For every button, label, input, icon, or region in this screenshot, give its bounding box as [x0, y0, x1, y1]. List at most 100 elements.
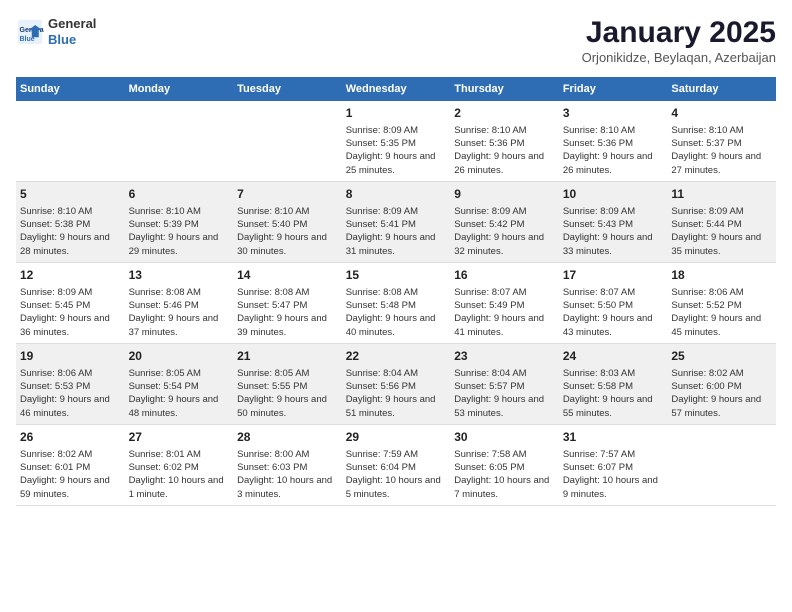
day-info: Sunrise: 8:04 AMSunset: 5:57 PMDaylight:… — [454, 367, 555, 420]
day-number: 13 — [129, 267, 230, 284]
day-info: Sunrise: 8:10 AMSunset: 5:36 PMDaylight:… — [454, 124, 555, 177]
page-header: General Blue General Blue January 2025 O… — [16, 16, 776, 65]
calendar-cell: 13 Sunrise: 8:08 AMSunset: 5:46 PMDayligh… — [125, 262, 234, 343]
day-info: Sunrise: 8:09 AMSunset: 5:42 PMDaylight:… — [454, 205, 555, 258]
calendar-cell — [233, 101, 342, 181]
day-number: 21 — [237, 348, 338, 365]
day-number: 9 — [454, 186, 555, 203]
week-row-2: 12 Sunrise: 8:09 AMSunset: 5:45 PMDayligh… — [16, 262, 776, 343]
calendar-cell: 10Sunrise: 8:09 AMSunset: 5:43 PMDayligh… — [559, 181, 668, 262]
day-number: 18 — [671, 267, 772, 284]
day-header-thursday: Thursday — [450, 77, 559, 101]
day-number: 1 — [346, 105, 447, 122]
calendar-cell: 17 Sunrise: 8:07 AMSunset: 5:50 PMDayligh… — [559, 262, 668, 343]
calendar-body: 1 Sunrise: 8:09 AMSunset: 5:35 PMDaylight… — [16, 101, 776, 505]
calendar-cell: 19 Sunrise: 8:06 AMSunset: 5:53 PMDayligh… — [16, 343, 125, 424]
day-info: Sunrise: 7:58 AMSunset: 6:05 PMDaylight:… — [454, 448, 555, 501]
day-number: 8 — [346, 186, 447, 203]
day-number: 29 — [346, 429, 447, 446]
day-info: Sunrise: 8:02 AMSunset: 6:01 PMDaylight:… — [20, 448, 121, 501]
day-info: Sunrise: 8:03 AMSunset: 5:58 PMDaylight:… — [563, 367, 664, 420]
day-info: Sunrise: 8:06 AMSunset: 5:52 PMDaylight:… — [671, 286, 772, 339]
day-number: 4 — [671, 105, 772, 122]
day-info: Sunrise: 7:59 AMSunset: 6:04 PMDaylight:… — [346, 448, 447, 501]
day-info: Sunrise: 8:10 AMSunset: 5:36 PMDaylight:… — [563, 124, 664, 177]
calendar-cell: 26 Sunrise: 8:02 AMSunset: 6:01 PMDayligh… — [16, 424, 125, 505]
day-number: 30 — [454, 429, 555, 446]
day-info: Sunrise: 8:09 AMSunset: 5:41 PMDaylight:… — [346, 205, 447, 258]
logo: General Blue General Blue — [16, 16, 96, 47]
calendar-cell: 30 Sunrise: 7:58 AMSunset: 6:05 PMDayligh… — [450, 424, 559, 505]
calendar-cell: 25 Sunrise: 8:02 AMSunset: 6:00 PMDayligh… — [667, 343, 776, 424]
day-header-wednesday: Wednesday — [342, 77, 451, 101]
logo-line2: Blue — [48, 32, 96, 48]
day-info: Sunrise: 8:09 AMSunset: 5:35 PMDaylight:… — [346, 124, 447, 177]
calendar-cell: 14 Sunrise: 8:08 AMSunset: 5:47 PMDayligh… — [233, 262, 342, 343]
calendar-cell: 4 Sunrise: 8:10 AMSunset: 5:37 PMDaylight… — [667, 101, 776, 181]
day-info: Sunrise: 8:10 AMSunset: 5:39 PMDaylight:… — [129, 205, 230, 258]
day-info: Sunrise: 8:09 AMSunset: 5:45 PMDaylight:… — [20, 286, 121, 339]
day-number: 2 — [454, 105, 555, 122]
calendar-cell: 21Sunrise: 8:05 AMSunset: 5:55 PMDayligh… — [233, 343, 342, 424]
calendar-table: SundayMondayTuesdayWednesdayThursdayFrid… — [16, 77, 776, 506]
calendar-cell: 15 Sunrise: 8:08 AMSunset: 5:48 PMDayligh… — [342, 262, 451, 343]
calendar-cell: 6 Sunrise: 8:10 AMSunset: 5:39 PMDaylight… — [125, 181, 234, 262]
day-info: Sunrise: 8:00 AMSunset: 6:03 PMDaylight:… — [237, 448, 338, 501]
day-number: 24 — [563, 348, 664, 365]
day-number: 17 — [563, 267, 664, 284]
calendar-cell — [16, 101, 125, 181]
logo-icon: General Blue — [16, 18, 44, 46]
calendar-cell: 11Sunrise: 8:09 AMSunset: 5:44 PMDayligh… — [667, 181, 776, 262]
calendar-cell: 22Sunrise: 8:04 AMSunset: 5:56 PMDayligh… — [342, 343, 451, 424]
day-number: 28 — [237, 429, 338, 446]
day-info: Sunrise: 8:07 AMSunset: 5:50 PMDaylight:… — [563, 286, 664, 339]
day-number: 27 — [129, 429, 230, 446]
calendar-cell: 16Sunrise: 8:07 AMSunset: 5:49 PMDayligh… — [450, 262, 559, 343]
day-number: 25 — [671, 348, 772, 365]
calendar-cell: 9 Sunrise: 8:09 AMSunset: 5:42 PMDaylight… — [450, 181, 559, 262]
day-number: 12 — [20, 267, 121, 284]
day-number: 3 — [563, 105, 664, 122]
day-info: Sunrise: 8:06 AMSunset: 5:53 PMDaylight:… — [20, 367, 121, 420]
calendar-cell: 28 Sunrise: 8:00 AMSunset: 6:03 PMDayligh… — [233, 424, 342, 505]
calendar-cell: 18 Sunrise: 8:06 AMSunset: 5:52 PMDayligh… — [667, 262, 776, 343]
day-info: Sunrise: 7:57 AMSunset: 6:07 PMDaylight:… — [563, 448, 664, 501]
day-info: Sunrise: 8:04 AMSunset: 5:56 PMDaylight:… — [346, 367, 447, 420]
day-info: Sunrise: 8:02 AMSunset: 6:00 PMDaylight:… — [671, 367, 772, 420]
day-info: Sunrise: 8:01 AMSunset: 6:02 PMDaylight:… — [129, 448, 230, 501]
logo-line1: General — [48, 16, 96, 32]
day-header-monday: Monday — [125, 77, 234, 101]
day-header-saturday: Saturday — [667, 77, 776, 101]
title-area: January 2025 Orjonikidze, Beylaqan, Azer… — [582, 16, 776, 65]
week-row-0: 1 Sunrise: 8:09 AMSunset: 5:35 PMDaylight… — [16, 101, 776, 181]
day-info: Sunrise: 8:08 AMSunset: 5:48 PMDaylight:… — [346, 286, 447, 339]
calendar-cell: 27 Sunrise: 8:01 AMSunset: 6:02 PMDayligh… — [125, 424, 234, 505]
calendar-cell: 24 Sunrise: 8:03 AMSunset: 5:58 PMDayligh… — [559, 343, 668, 424]
day-number: 23 — [454, 348, 555, 365]
calendar-cell: 3 Sunrise: 8:10 AMSunset: 5:36 PMDaylight… — [559, 101, 668, 181]
day-number: 15 — [346, 267, 447, 284]
logo-text: General Blue — [48, 16, 96, 47]
day-number: 11 — [671, 186, 772, 203]
calendar-cell: 8 Sunrise: 8:09 AMSunset: 5:41 PMDaylight… — [342, 181, 451, 262]
day-header-sunday: Sunday — [16, 77, 125, 101]
day-number: 31 — [563, 429, 664, 446]
day-info: Sunrise: 8:10 AMSunset: 5:37 PMDaylight:… — [671, 124, 772, 177]
day-number: 19 — [20, 348, 121, 365]
day-number: 26 — [20, 429, 121, 446]
month-title: January 2025 — [582, 16, 776, 50]
day-info: Sunrise: 8:10 AMSunset: 5:38 PMDaylight:… — [20, 205, 121, 258]
day-number: 6 — [129, 186, 230, 203]
calendar-cell — [667, 424, 776, 505]
day-number: 16 — [454, 267, 555, 284]
day-info: Sunrise: 8:08 AMSunset: 5:47 PMDaylight:… — [237, 286, 338, 339]
calendar-cell: 23 Sunrise: 8:04 AMSunset: 5:57 PMDayligh… — [450, 343, 559, 424]
calendar-cell: 31 Sunrise: 7:57 AMSunset: 6:07 PMDayligh… — [559, 424, 668, 505]
day-info: Sunrise: 8:09 AMSunset: 5:43 PMDaylight:… — [563, 205, 664, 258]
day-info: Sunrise: 8:08 AMSunset: 5:46 PMDaylight:… — [129, 286, 230, 339]
day-header-friday: Friday — [559, 77, 668, 101]
day-number: 14 — [237, 267, 338, 284]
calendar-cell: 20Sunrise: 8:05 AMSunset: 5:54 PMDayligh… — [125, 343, 234, 424]
day-header-tuesday: Tuesday — [233, 77, 342, 101]
calendar-cell — [125, 101, 234, 181]
